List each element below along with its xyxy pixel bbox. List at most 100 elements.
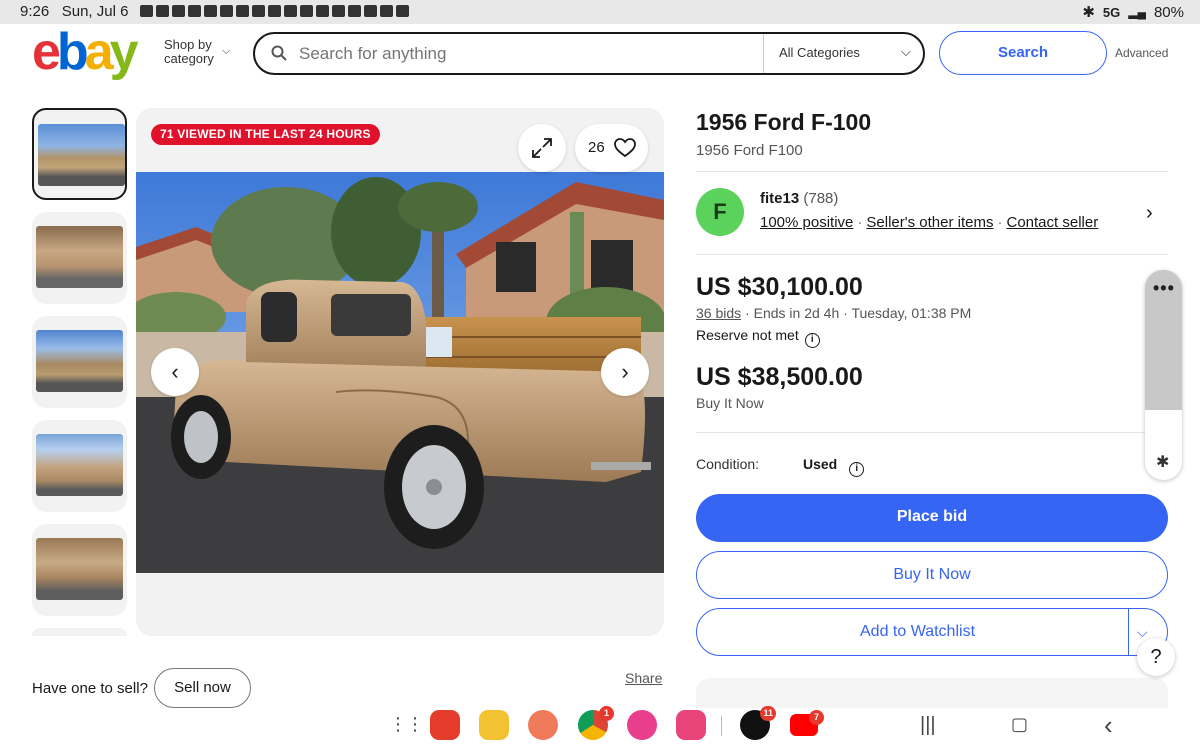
main-photo[interactable]	[136, 172, 664, 573]
main-gallery	[136, 108, 664, 636]
status-time: 9:26 Sun, Jul 6	[20, 3, 129, 20]
notification-icon	[156, 5, 169, 17]
camera-app-icon[interactable]	[676, 710, 706, 740]
thumbnail-2[interactable]	[32, 212, 127, 304]
android-taskbar: ⋮⋮⋮ 1 11 7 ||| ▢ ‹	[0, 706, 1200, 750]
positive-feedback-link[interactable]: 100% positive	[760, 214, 853, 231]
tiktok-app-icon[interactable]: 11	[740, 706, 776, 740]
thumbnail-3[interactable]	[32, 316, 127, 408]
shop-by-line1: Shop by	[164, 37, 212, 52]
ends-in: Ends in 2d 4h	[753, 305, 840, 321]
thumbnail-5[interactable]	[32, 524, 127, 616]
files-app-icon[interactable]	[479, 710, 509, 740]
thumbnail-image	[36, 434, 123, 496]
notification-badge: 1	[599, 706, 614, 721]
notification-icon	[364, 5, 377, 17]
info-icon[interactable]: i	[849, 462, 865, 477]
buy-it-now-button[interactable]: Buy It Now	[696, 551, 1168, 599]
back-icon[interactable]: ‹	[1104, 710, 1113, 741]
chevron-left-icon: ‹	[171, 359, 179, 384]
contact-seller-link[interactable]: Contact seller	[1006, 214, 1098, 231]
chevron-right-icon: ›	[621, 359, 629, 384]
search-button[interactable]: Search	[939, 31, 1107, 75]
divider	[696, 432, 1168, 433]
status-right: ✱ 5G ▂▄ 80%	[1082, 3, 1184, 22]
battery-label: 80%	[1153, 3, 1184, 21]
youtube-app-icon[interactable]: 7	[790, 710, 824, 736]
notification-icon	[268, 5, 281, 17]
shop-by-category[interactable]: Shop by category ⌵	[164, 37, 230, 66]
help-button[interactable]: ?	[1137, 638, 1175, 676]
signal-icon: ▂▄	[1128, 5, 1146, 19]
chrome-app-icon[interactable]: 1	[578, 706, 614, 740]
divider	[696, 171, 1168, 172]
watch-count: 26	[588, 139, 605, 156]
seller-other-items-link[interactable]: Seller's other items	[866, 214, 993, 231]
notification-icon	[220, 5, 233, 17]
listing-subtitle: 1956 Ford F100	[696, 142, 803, 159]
info-icon[interactable]: i	[804, 333, 820, 348]
buy-it-now-label: Buy It Now	[696, 395, 764, 411]
seller-avatar[interactable]: F	[696, 188, 744, 236]
condition-label: Condition:	[696, 456, 760, 472]
add-to-watchlist-button[interactable]: Add to Watchlist ⌵	[696, 608, 1168, 656]
notification-icon	[396, 5, 409, 17]
watch-count-button[interactable]: 26	[575, 124, 648, 172]
add-to-watchlist-label: Add to Watchlist	[860, 623, 976, 640]
chevron-right-icon[interactable]: ›	[1146, 202, 1153, 225]
bid-info: 36 bids · Ends in 2d 4h · Tuesday, 01:38…	[696, 305, 972, 321]
seller-name[interactable]: fite13 (788)	[760, 190, 838, 207]
bluetooth-icon: ✱	[1082, 4, 1095, 21]
condition-value: Used i	[803, 456, 865, 477]
notification-badge: 11	[760, 706, 776, 721]
recent-apps-icon[interactable]: |||	[920, 714, 936, 737]
search-input[interactable]	[299, 42, 749, 66]
share-link[interactable]: Share	[625, 670, 662, 686]
category-select[interactable]: All Categories	[779, 45, 860, 60]
expand-button[interactable]	[518, 124, 566, 172]
network-label: 5G	[1102, 4, 1121, 20]
flipboard-app-icon[interactable]	[430, 710, 460, 740]
notification-badge: 7	[809, 710, 824, 725]
truck-photo	[136, 172, 664, 573]
home-icon[interactable]: ▢	[1011, 714, 1028, 735]
place-bid-button[interactable]: Place bid	[696, 494, 1168, 542]
contacts-app-icon[interactable]	[528, 710, 558, 740]
notification-icon	[252, 5, 265, 17]
thumbnail-1[interactable]	[32, 108, 127, 200]
notification-icon	[172, 5, 185, 17]
notification-icon	[316, 5, 329, 17]
chevron-down-icon: ⌵	[901, 44, 911, 59]
notification-icon	[332, 5, 345, 17]
notification-icons	[140, 5, 409, 17]
divider	[696, 254, 1168, 255]
notification-icon	[284, 5, 297, 17]
heart-icon	[614, 138, 636, 158]
bluetooth-icon[interactable]: ✱	[1156, 452, 1169, 472]
notification-icon	[348, 5, 361, 17]
previous-image-button[interactable]: ‹	[151, 348, 199, 396]
ebay-logo[interactable]: ebay	[32, 26, 139, 78]
buy-it-now-price: US $38,500.00	[696, 363, 863, 391]
bids-link[interactable]: 36 bids	[696, 305, 741, 321]
taskbar-divider	[721, 716, 722, 736]
blossom-app-icon[interactable]	[627, 710, 657, 740]
expand-icon	[532, 138, 552, 158]
seller-links: 100% positive · Seller's other items · Conta…	[760, 214, 1099, 231]
thumbnail-6[interactable]	[32, 628, 127, 636]
chevron-down-icon: ⌵	[222, 45, 231, 57]
floating-side-panel[interactable]: ••• ✱	[1145, 270, 1182, 480]
search-bar: All Categories ⌵	[253, 32, 925, 75]
thumbnail-4[interactable]	[32, 420, 127, 512]
advanced-search-link[interactable]: Advanced	[1115, 46, 1168, 60]
current-price: US $30,100.00	[696, 273, 863, 301]
sell-now-button[interactable]: Sell now	[154, 668, 251, 708]
thumbnail-image	[38, 124, 125, 186]
more-icon[interactable]: •••	[1153, 278, 1175, 299]
watchlist-divider	[1128, 609, 1129, 655]
search-divider	[763, 34, 764, 73]
reserve-status: Reserve not met i	[696, 327, 820, 348]
notification-icon	[140, 5, 153, 17]
notification-icon	[300, 5, 313, 17]
next-image-button[interactable]: ›	[601, 348, 649, 396]
